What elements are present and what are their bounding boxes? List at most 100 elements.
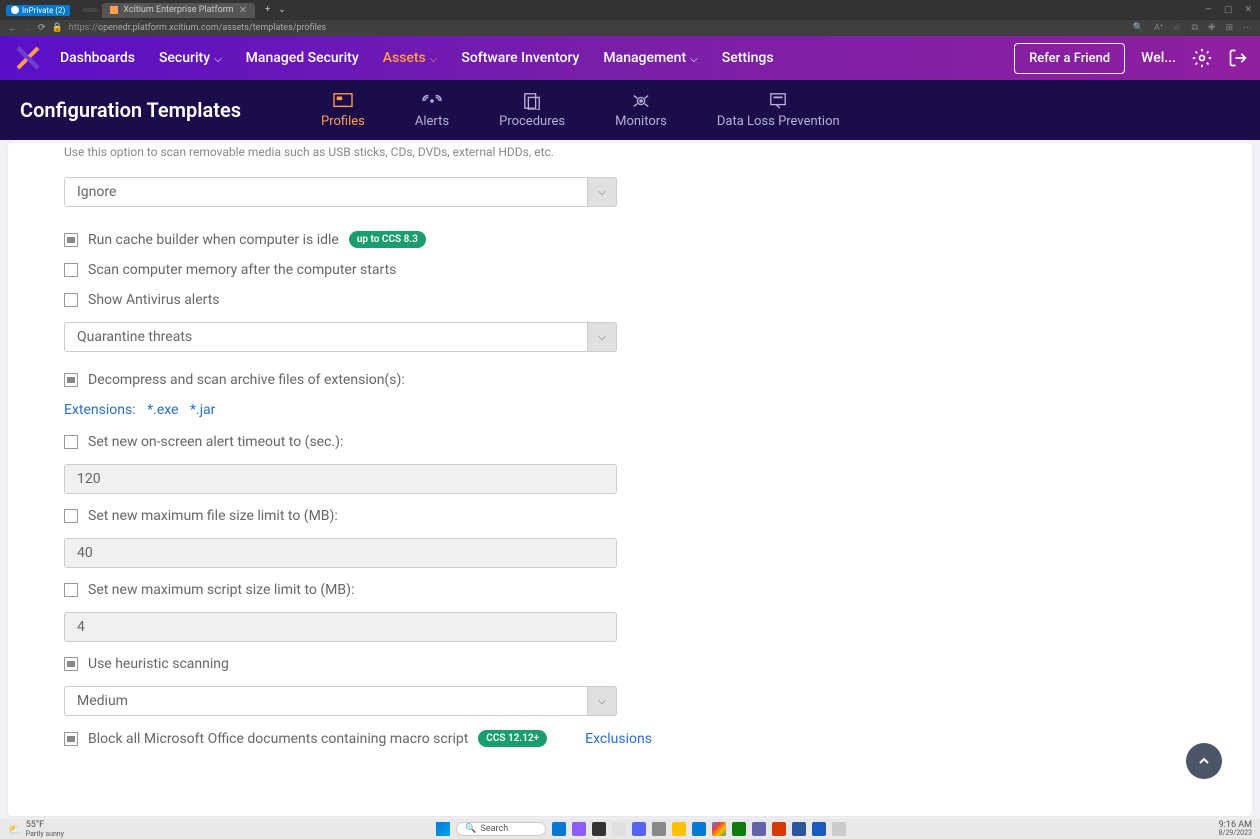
forward-icon[interactable]: → — [23, 23, 32, 34]
nav-settings[interactable]: Settings — [722, 50, 774, 66]
scan-memory-checkbox[interactable] — [64, 263, 78, 277]
maximize-icon[interactable]: ▢ — [1224, 5, 1233, 15]
settings-panel: Use this option to scan removable media … — [8, 143, 1252, 816]
tab-dlp[interactable]: Data Loss Prevention — [717, 92, 840, 129]
task-icon[interactable] — [692, 822, 706, 836]
tab-procedures[interactable]: Procedures — [499, 92, 565, 129]
task-icon[interactable] — [612, 822, 626, 836]
nav-managed-security[interactable]: Managed Security — [246, 50, 359, 66]
refer-friend-button[interactable]: Refer a Friend — [1014, 43, 1125, 74]
collections-icon[interactable]: ✚ — [1208, 23, 1216, 33]
refresh-icon[interactable]: ⟳ — [38, 23, 46, 33]
chevron-down-icon: ⌵ — [587, 686, 617, 716]
extension-item[interactable]: *.jar — [190, 402, 215, 418]
task-icon[interactable] — [552, 822, 566, 836]
tab-profiles[interactable]: Profiles — [321, 92, 365, 129]
tab-xcitium[interactable]: Xcitium Enterprise Platform ✕ — [102, 3, 255, 18]
heuristic-level-select[interactable]: Medium ⌵ — [64, 686, 617, 716]
split-screen-icon[interactable]: ⧉ — [1191, 23, 1197, 33]
tab-alerts[interactable]: Alerts — [415, 92, 449, 129]
block-macro-checkbox[interactable] — [64, 732, 78, 746]
threat-action-select[interactable]: Quarantine threats ⌵ — [64, 322, 617, 352]
tab-title: Xcitium Enterprise Platform — [123, 5, 233, 15]
nav-dashboards[interactable]: Dashboards — [60, 50, 135, 66]
chevron-down-icon: ⌵ — [214, 54, 222, 65]
nav-management[interactable]: Management⌵ — [603, 50, 697, 66]
inprivate-badge: InPrivate (2) — [6, 5, 70, 16]
tab-dropdown[interactable]: ⌄ — [278, 5, 286, 15]
alert-timeout-checkbox[interactable] — [64, 435, 78, 449]
scroll-top-button[interactable] — [1186, 743, 1222, 779]
start-button[interactable] — [436, 822, 450, 836]
task-icon[interactable] — [672, 822, 686, 836]
nav-software-inventory[interactable]: Software Inventory — [461, 50, 579, 66]
tab-favicon — [110, 6, 118, 14]
max-script-checkbox[interactable] — [64, 583, 78, 597]
task-icon[interactable] — [572, 822, 586, 836]
show-alerts-checkbox[interactable] — [64, 293, 78, 307]
favorites-icon[interactable]: ☆ — [1173, 23, 1181, 33]
alert-timeout-label: Set new on-screen alert timeout to (sec.… — [88, 434, 343, 450]
zoom-icon[interactable]: 🔍 — [1133, 23, 1144, 33]
windows-taskbar: ⛅ 55°F Partly sunny 🔍 Search — [0, 819, 1260, 839]
scan-memory-label: Scan computer memory after the computer … — [88, 262, 396, 278]
close-icon[interactable]: ✕ — [239, 5, 247, 16]
url-field[interactable]: https://openedr.platform.xcitium.com/ass… — [69, 23, 1127, 33]
extension-item[interactable]: *.exe — [147, 402, 178, 418]
version-badge: CCS 12.12+ — [478, 730, 547, 747]
task-icon[interactable] — [632, 822, 646, 836]
chevron-up-icon — [1196, 753, 1212, 769]
address-bar: ← → ⟳ 🔒 https://openedr.platform.xcitium… — [0, 20, 1260, 36]
chevron-down-icon: ⌵ — [430, 54, 438, 65]
new-tab-button[interactable]: + — [261, 5, 274, 15]
decompress-checkbox[interactable] — [64, 373, 78, 387]
menu-icon[interactable]: ⋯ — [1243, 23, 1252, 33]
read-aloud-icon[interactable]: A⁺ — [1154, 23, 1164, 33]
system-tray-time[interactable]: 9:16 AM 8/29/2023 — [1219, 821, 1252, 837]
nav-security[interactable]: Security⌵ — [159, 50, 222, 66]
max-file-input[interactable] — [64, 538, 617, 568]
tab-monitors[interactable]: Monitors — [615, 92, 667, 129]
weather-widget[interactable]: ⛅ 55°F Partly sunny — [8, 820, 64, 838]
version-badge: up to CCS 8.3 — [349, 231, 426, 248]
logout-icon[interactable] — [1228, 48, 1248, 68]
chevron-down-icon: ⌵ — [587, 322, 617, 352]
back-icon[interactable]: ← — [8, 23, 17, 34]
taskbar-search[interactable]: 🔍 Search — [456, 822, 546, 836]
close-window-icon[interactable]: ✕ — [1244, 5, 1252, 15]
decompress-label: Decompress and scan archive files of ext… — [88, 372, 405, 388]
browser-tab-strip: InPrivate (2) Xcitium Enterprise Platfor… — [0, 0, 1260, 20]
page-title: Configuration Templates — [20, 98, 241, 122]
max-file-checkbox[interactable] — [64, 509, 78, 523]
minimize-icon[interactable]: — — [1205, 5, 1212, 15]
task-icon[interactable] — [832, 822, 846, 836]
task-icon[interactable] — [592, 822, 606, 836]
block-macro-label: Block all Microsoft Office documents con… — [88, 731, 468, 747]
nav-assets[interactable]: Assets⌵ — [383, 50, 438, 66]
task-icon[interactable] — [712, 822, 726, 836]
extensions-label: Extensions: — [64, 402, 136, 418]
xcitium-logo[interactable] — [12, 42, 44, 74]
profiles-icon — [332, 92, 354, 110]
extensions-icon[interactable]: ⊞ — [1225, 23, 1233, 33]
heuristic-checkbox[interactable] — [64, 657, 78, 671]
task-icon[interactable] — [732, 822, 746, 836]
task-icon[interactable] — [752, 822, 766, 836]
task-icon[interactable] — [812, 822, 826, 836]
task-icon[interactable] — [772, 822, 786, 836]
task-icon[interactable] — [792, 822, 806, 836]
tab-blank[interactable] — [82, 8, 98, 12]
chevron-down-icon: ⌵ — [587, 177, 617, 207]
main-nav: Dashboards Security⌵ Managed Security As… — [0, 36, 1260, 80]
max-script-input[interactable] — [64, 612, 617, 642]
welcome-dropdown[interactable]: Wel... — [1141, 50, 1176, 66]
cache-builder-checkbox[interactable] — [64, 233, 78, 247]
alert-timeout-input[interactable] — [64, 464, 617, 494]
monitors-icon — [630, 92, 652, 110]
max-script-label: Set new maximum script size limit to (MB… — [88, 582, 354, 598]
gear-icon[interactable] — [1192, 48, 1212, 68]
heuristic-label: Use heuristic scanning — [88, 656, 229, 672]
exclusions-link[interactable]: Exclusions — [585, 731, 652, 747]
removable-media-select[interactable]: Ignore ⌵ — [64, 177, 617, 207]
task-icon[interactable] — [652, 822, 666, 836]
